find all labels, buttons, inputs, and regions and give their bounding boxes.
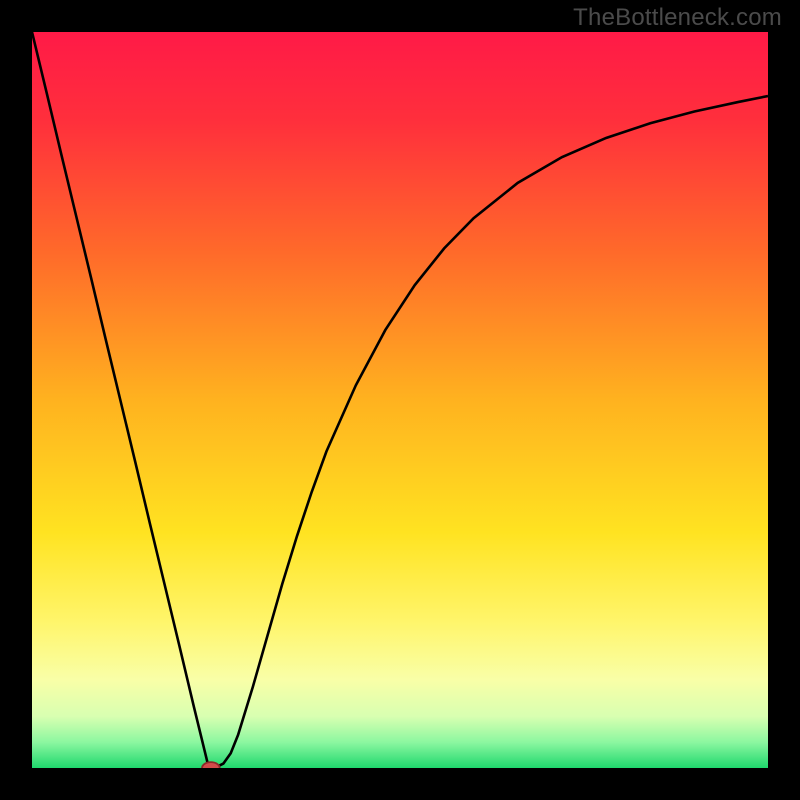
gradient-background: [32, 32, 768, 768]
chart-frame: TheBottleneck.com: [0, 0, 800, 800]
plot-area: [32, 32, 768, 768]
min-point-marker: [202, 762, 220, 768]
plot-svg: [32, 32, 768, 768]
watermark-text: TheBottleneck.com: [573, 4, 782, 32]
